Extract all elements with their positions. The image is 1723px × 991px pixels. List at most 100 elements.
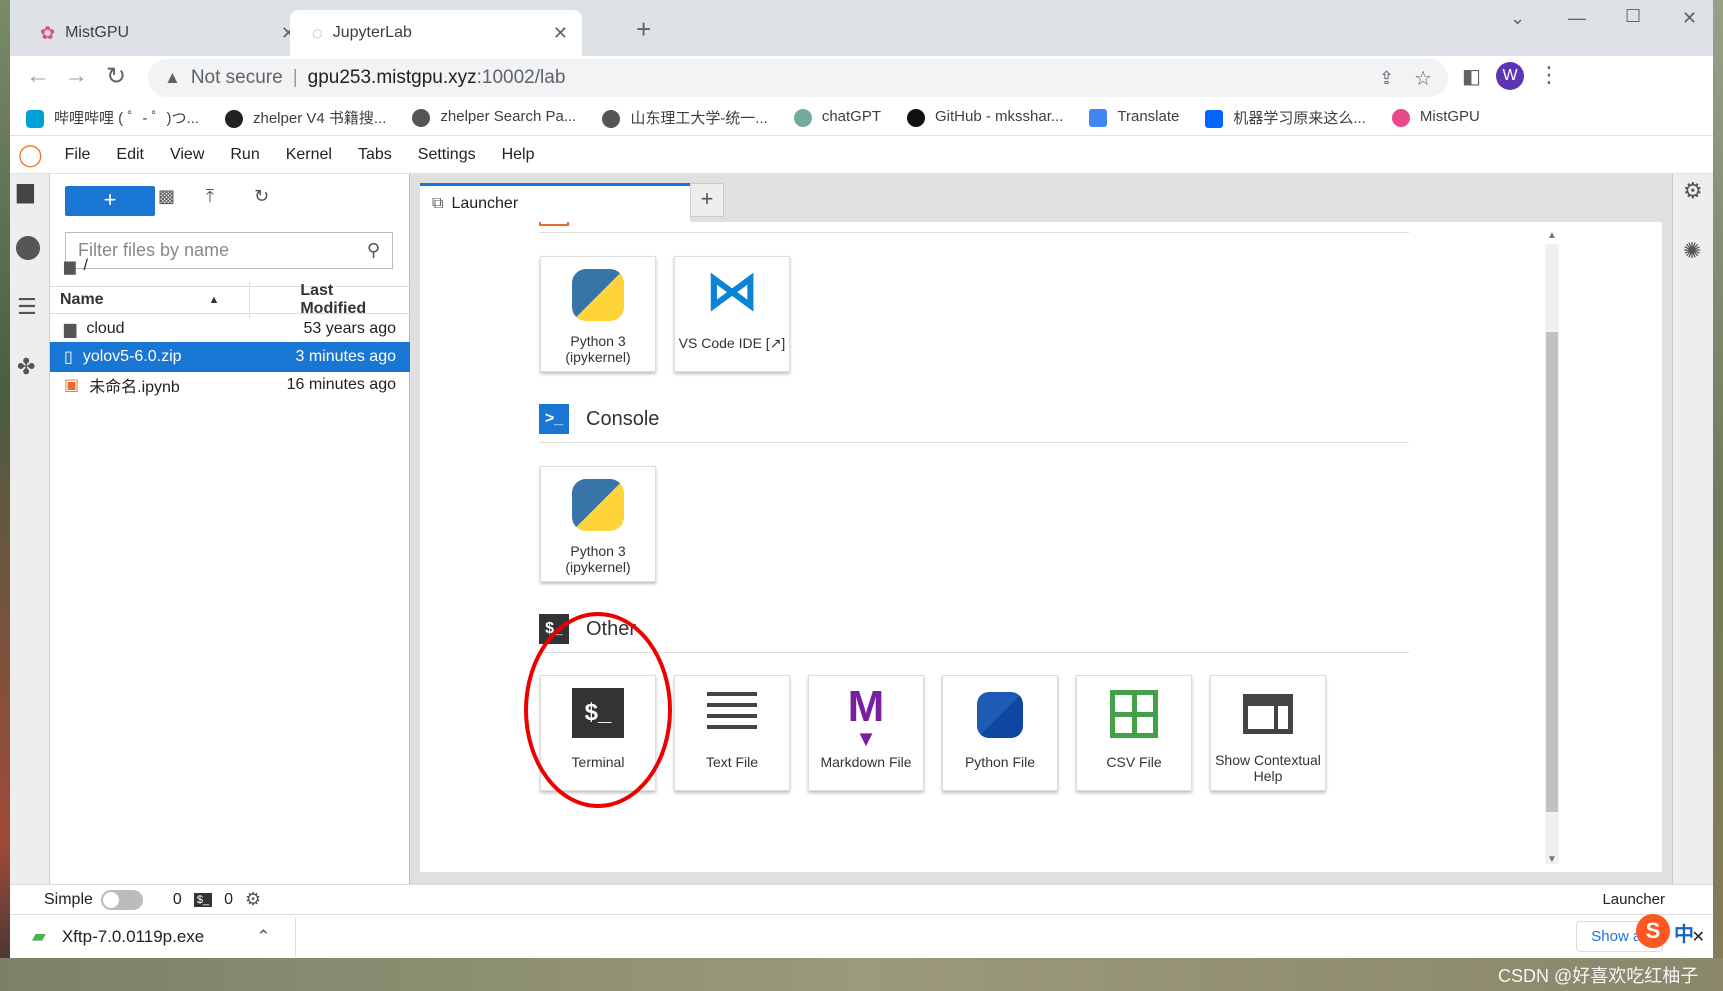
side-panel-icon[interactable]: ◧ <box>1462 64 1481 89</box>
menu-settings[interactable]: Settings <box>418 146 476 164</box>
console-section-title: Console <box>586 408 660 430</box>
launcher-card-csv-file[interactable]: CSV File <box>1076 675 1192 791</box>
bookmark-github[interactable]: GitHub - mksshar... <box>907 108 1063 127</box>
launcher-tab[interactable]: ⧉ Launcher <box>420 183 690 222</box>
file-name: 未命名.ipynb <box>89 379 180 396</box>
browser-tab-jupyterlab[interactable]: ◌ JupyterLab ✕ <box>290 10 582 56</box>
csv-grid-icon <box>1110 690 1158 738</box>
forward-icon[interactable]: → <box>64 62 88 90</box>
notebook-icon: ▣ <box>64 377 80 394</box>
browser-tab-mistgpu[interactable]: ✿ MistGPU ✕ <box>18 10 310 56</box>
bookmark-zhihu[interactable]: 机器学习原来这么... <box>1205 107 1366 129</box>
launcher-card-text-file[interactable]: Text File <box>674 675 790 791</box>
launcher-panel: Python 3 (ipykernel) ⋈ VS Code IDE [↗] >… <box>420 222 1662 872</box>
notebook-section-icon <box>539 222 569 226</box>
share-icon[interactable]: ⇪ <box>1379 68 1394 89</box>
new-tab-button[interactable]: + <box>636 14 651 45</box>
reload-icon[interactable]: ↻ <box>106 62 126 91</box>
launcher-card-markdown-file[interactable]: M ▼ Markdown File <box>808 675 924 791</box>
bookmark-zhelper-search[interactable]: zhelper Search Pa... <box>412 108 576 127</box>
minimize-icon[interactable]: — <box>1568 8 1586 29</box>
browser-menu-icon[interactable]: ⋮ <box>1538 62 1560 88</box>
launcher-card-python-file[interactable]: Python File <box>942 675 1058 791</box>
column-name-header[interactable]: Name <box>50 291 208 309</box>
mistgpu-favicon-icon: ✿ <box>40 22 56 43</box>
status-right-label: Launcher <box>1602 891 1665 908</box>
profile-avatar[interactable]: W <box>1496 62 1524 90</box>
breadcrumb-path[interactable]: / <box>84 257 88 275</box>
bookmark-star-icon[interactable]: ☆ <box>1414 66 1432 91</box>
file-modified: 16 minutes ago <box>286 376 396 393</box>
maximize-icon[interactable]: ☐ <box>1625 6 1641 27</box>
desktop-right-edge <box>1713 0 1723 991</box>
address-bar[interactable]: ▲ Not secure | gpu253.mistgpu.xyz:10002/… <box>148 59 1448 97</box>
download-shelf: ▰ Xftp-7.0.0119p.exe ⌃ Show all ✕ <box>10 914 1713 958</box>
bookmark-zhelper-v4[interactable]: zhelper V4 书籍搜... <box>225 107 386 129</box>
property-inspector-icon[interactable]: ⚙ <box>1683 178 1703 204</box>
markdown-arrow-icon: ▼ <box>855 726 877 751</box>
new-folder-icon[interactable]: ▩ <box>158 186 175 216</box>
status-bar: Simple 0 $_ 0 ⚙ Launcher <box>10 884 1713 914</box>
tab-search-icon[interactable]: ⌄ <box>1510 8 1525 29</box>
launcher-scrollbar-thumb[interactable] <box>1546 332 1558 812</box>
menu-view[interactable]: View <box>170 146 204 164</box>
toc-list-icon[interactable]: ☰ <box>17 294 37 320</box>
scroll-up-icon[interactable]: ▲ <box>1547 230 1557 241</box>
text-file-icon <box>707 692 757 736</box>
sogou-ime-icon[interactable]: S <box>1636 914 1670 948</box>
file-modified: 53 years ago <box>303 320 396 337</box>
launcher-card-contextual-help[interactable]: Show Contextual Help <box>1210 675 1326 791</box>
launcher-card-python3-console[interactable]: Python 3 (ipykernel) <box>540 466 656 582</box>
kernel-activity-icon[interactable]: ⚙ <box>245 889 261 910</box>
launcher-tab-title: Launcher <box>451 195 519 212</box>
ime-mode-label[interactable]: 中 <box>1674 918 1694 947</box>
file-row-notebook[interactable]: ▣ 未命名.ipynb 16 minutes ago <box>50 370 410 400</box>
zhelper-icon <box>225 110 243 129</box>
python-logo-icon <box>572 479 624 531</box>
bookmark-bilibili[interactable]: 哔哩哔哩 ( ゜- ゜)つ... <box>26 107 199 129</box>
scroll-down-icon[interactable]: ▼ <box>1547 854 1557 865</box>
extension-puzzle-icon[interactable]: ✤ <box>17 354 35 380</box>
running-stop-icon[interactable] <box>16 236 40 260</box>
menu-run[interactable]: Run <box>230 146 259 164</box>
menu-edit[interactable]: Edit <box>116 146 144 164</box>
launcher-card-python3-notebook[interactable]: Python 3 (ipykernel) <box>540 256 656 372</box>
url-path: :10002/lab <box>476 67 566 88</box>
browser-tab-strip: ✿ MistGPU ✕ ◌ JupyterLab ✕ + ⌄ — ☐ ✕ <box>10 0 1713 56</box>
download-filename[interactable]: Xftp-7.0.0119p.exe <box>62 927 204 947</box>
folder-icon[interactable]: ▆ <box>17 178 34 204</box>
close-tab-icon[interactable]: ✕ <box>553 23 568 44</box>
python-logo-icon <box>572 269 624 321</box>
file-row-yolov5[interactable]: ▯ yolov5-6.0.zip 3 minutes ago <box>50 342 410 372</box>
file-modified: 3 minutes ago <box>295 348 396 365</box>
upload-icon[interactable]: ⤒ <box>206 186 214 216</box>
menu-tabs[interactable]: Tabs <box>358 146 392 164</box>
menu-help[interactable]: Help <box>502 146 535 164</box>
download-file-icon: ▰ <box>32 926 46 946</box>
debugger-bug-icon[interactable]: ✺ <box>1683 238 1701 264</box>
bookmark-mistgpu[interactable]: MistGPU <box>1391 108 1480 127</box>
refresh-icon[interactable]: ↻ <box>254 186 269 216</box>
new-launcher-button[interactable]: + <box>65 186 155 216</box>
file-row-cloud[interactable]: ▆ cloud 53 years ago <box>50 314 410 344</box>
menu-file[interactable]: File <box>65 146 91 164</box>
watermark: CSDN @好喜欢吃红柚子 <box>1498 966 1699 986</box>
folder-icon: ▆ <box>64 321 77 338</box>
back-icon[interactable]: ← <box>26 62 50 90</box>
chevron-up-icon[interactable]: ⌃ <box>256 927 270 947</box>
column-modified-header[interactable]: Last Modified <box>249 282 410 318</box>
folder-breadcrumb-icon[interactable]: ▆ <box>64 257 76 275</box>
add-tab-button[interactable]: + <box>690 183 724 217</box>
window-close-icon[interactable]: ✕ <box>1682 8 1697 29</box>
bookmark-translate[interactable]: Translate <box>1089 108 1179 127</box>
bookmarks-bar: 哔哩哔哩 ( ゜- ゜)つ... zhelper V4 书籍搜... zhelp… <box>10 100 1713 136</box>
jupyter-logo-icon: ◯ <box>18 141 43 167</box>
filter-files-input[interactable]: Filter files by name ⚲ <box>65 232 393 269</box>
bookmark-chatgpt[interactable]: chatGPT <box>793 108 881 127</box>
bookmark-sdut[interactable]: 山东理工大学-统一... <box>602 107 768 129</box>
menu-kernel[interactable]: Kernel <box>286 146 332 164</box>
jupyter-favicon-icon: ◌ <box>312 22 323 43</box>
launcher-card-vscode[interactable]: ⋈ VS Code IDE [↗] <box>674 256 790 372</box>
kernel-count: 0 <box>172 890 182 908</box>
simple-mode-toggle[interactable] <box>100 889 143 910</box>
